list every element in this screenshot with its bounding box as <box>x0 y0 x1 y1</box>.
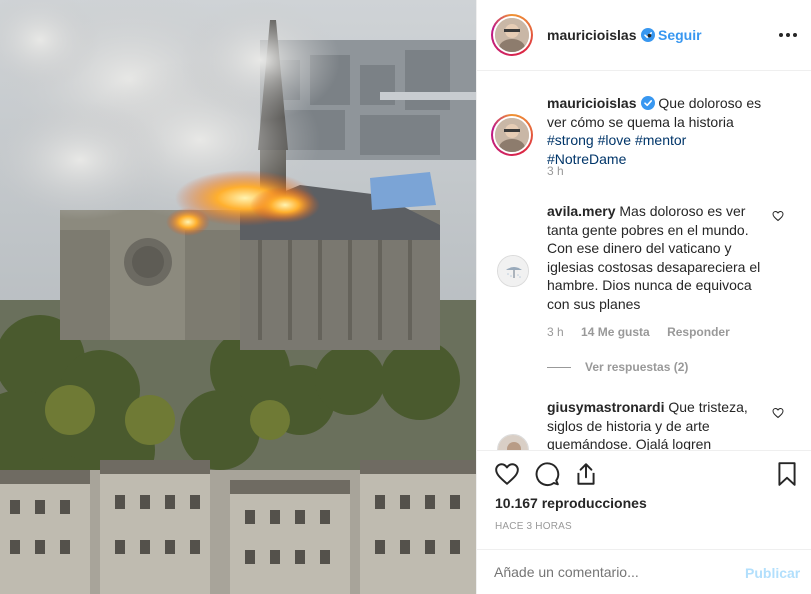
view-replies-button[interactable]: Ver respuestas (2) <box>547 360 688 374</box>
comment-text: avila.mery Mas doloroso es ver tanta gen… <box>547 203 761 312</box>
post-timestamp: HACE 3 HORAS <box>495 521 572 532</box>
comments-list[interactable]: mauricioislas Que doloroso es ver cómo s… <box>477 72 811 450</box>
comment-meta: 3 h 14 Me gusta Responder <box>547 325 744 339</box>
add-comment-bar: Publicar <box>477 549 811 594</box>
comment-time: 3 h <box>547 325 564 339</box>
comment-username[interactable]: giusymastronardi <box>547 399 664 415</box>
reply-button[interactable]: Responder <box>667 325 730 339</box>
author-username[interactable]: mauricioislas <box>547 27 655 43</box>
commenter-avatar[interactable] <box>497 434 529 450</box>
comment-input[interactable] <box>494 564 734 580</box>
hashtag-link[interactable]: #mentor <box>635 132 686 148</box>
action-bar: 10.167 reproducciones HACE 3 HORAS <box>477 450 811 555</box>
comment-likes[interactable]: 14 Me gusta <box>581 325 650 339</box>
hashtag-link[interactable]: #strong <box>547 132 594 148</box>
view-count[interactable]: 10.167 reproducciones <box>495 495 647 511</box>
replies-divider <box>547 367 571 368</box>
heart-icon[interactable] <box>772 210 784 222</box>
commenter-avatar[interactable] <box>497 255 529 287</box>
separator-dot: • <box>647 27 652 43</box>
follow-button[interactable]: Seguir <box>658 27 702 43</box>
post-details-panel: mauricioislas • Seguir mauricioislas Que… <box>476 0 811 594</box>
publish-button[interactable]: Publicar <box>745 565 800 581</box>
heart-icon[interactable] <box>772 407 784 419</box>
share-upload-icon[interactable] <box>573 461 599 487</box>
hashtag-link[interactable]: #love <box>598 132 631 148</box>
post-header: mauricioislas • Seguir <box>477 0 811 71</box>
comment-username[interactable]: avila.mery <box>547 203 616 219</box>
comment-bubble-icon[interactable] <box>534 461 560 487</box>
caption-text: mauricioislas Que doloroso es ver cómo s… <box>547 95 762 167</box>
bookmark-icon[interactable] <box>774 461 800 487</box>
verified-badge-icon <box>640 96 655 110</box>
caption-meta: 3 h <box>547 164 578 178</box>
author-avatar[interactable] <box>491 14 533 56</box>
caption-username[interactable]: mauricioislas <box>547 95 637 111</box>
more-options-icon[interactable] <box>777 25 799 45</box>
caption-time: 3 h <box>547 164 564 178</box>
comment-text: giusymastronardi Que tristeza, siglos de… <box>547 399 748 450</box>
heart-icon[interactable] <box>494 461 520 487</box>
post-video[interactable] <box>0 0 476 594</box>
notre-dame-fire-video-frame <box>0 0 476 594</box>
caption-avatar[interactable] <box>491 114 533 156</box>
